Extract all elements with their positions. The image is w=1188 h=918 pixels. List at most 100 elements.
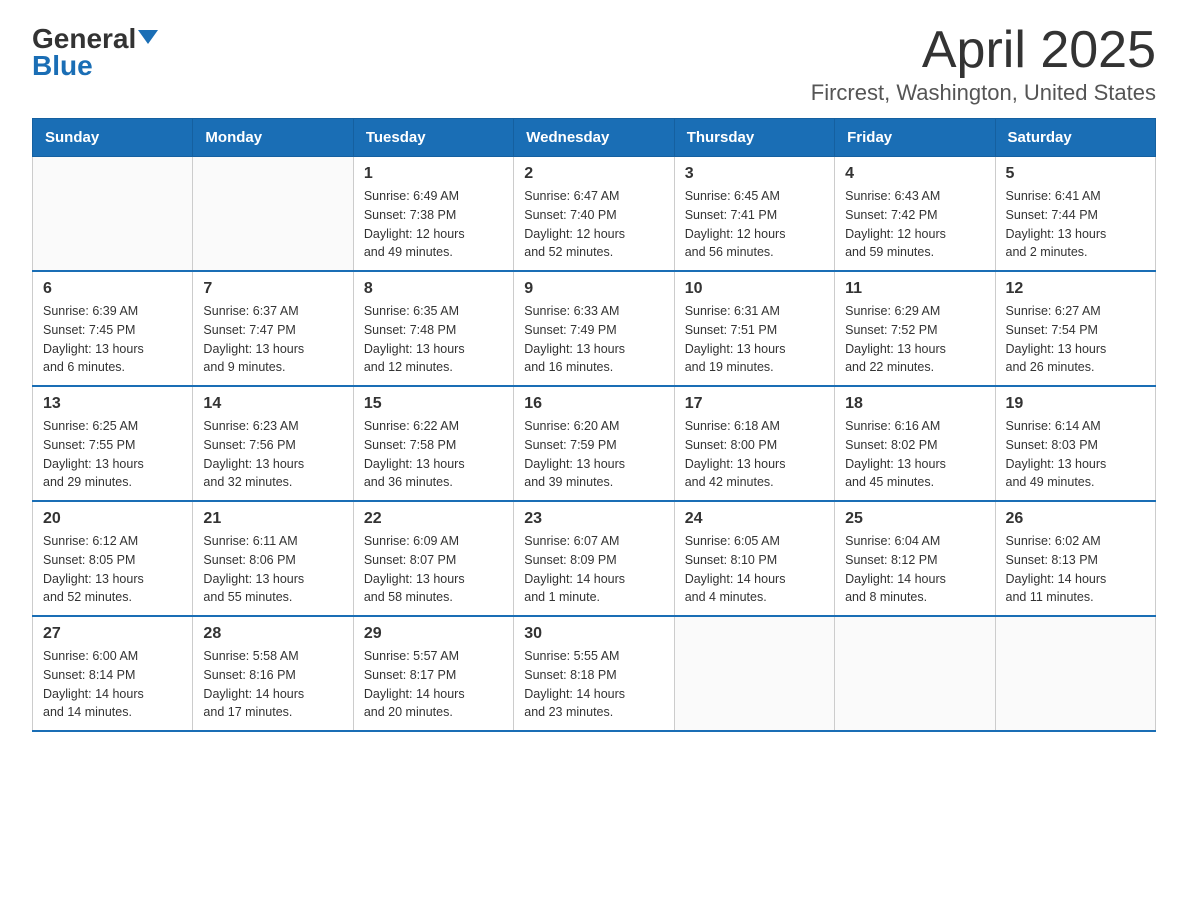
day-number: 10 [685,280,824,298]
calendar-cell: 19 Sunrise: 6:14 AMSunset: 8:03 PMDayligh… [995,386,1155,501]
calendar-cell: 11Sunrise: 6:29 AMSunset: 7:52 PMDayligh… [835,271,995,386]
day-info: Sunrise: 6:07 AMSunset: 8:09 PMDaylight:… [524,532,663,607]
day-number: 30 [524,625,663,643]
day-number: 14 [203,395,342,413]
day-info: Sunrise: 6:47 AMSunset: 7:40 PMDaylight:… [524,187,663,262]
calendar-cell: 16Sunrise: 6:20 AMSunset: 7:59 PMDayligh… [514,386,674,501]
calendar-body: 1 Sunrise: 6:49 AMSunset: 7:38 PMDaylight… [33,157,1156,732]
day-number: 12 [1006,280,1145,298]
day-info: Sunrise: 6:35 AMSunset: 7:48 PMDaylight:… [364,302,503,377]
calendar-table: SundayMondayTuesdayWednesdayThursdayFrid… [32,118,1156,732]
calendar-cell: 26Sunrise: 6:02 AMSunset: 8:13 PMDayligh… [995,501,1155,616]
calendar-cell: 29 Sunrise: 5:57 AMSunset: 8:17 PMDayligh… [353,616,513,731]
day-number: 26 [1006,510,1145,528]
week-row-2: 13Sunrise: 6:25 AMSunset: 7:55 PMDayligh… [33,386,1156,501]
day-info: Sunrise: 6:33 AMSunset: 7:49 PMDaylight:… [524,302,663,377]
title-block: April 2025 Fircrest, Washington, United … [811,24,1156,106]
calendar-cell [33,157,193,272]
day-info: Sunrise: 6:18 AMSunset: 8:00 PMDaylight:… [685,417,824,492]
day-number: 17 [685,395,824,413]
header: General Blue April 2025 Fircrest, Washin… [32,24,1156,106]
day-number: 9 [524,280,663,298]
calendar-cell [995,616,1155,731]
day-info: Sunrise: 6:27 AMSunset: 7:54 PMDaylight:… [1006,302,1145,377]
calendar-title: April 2025 [811,24,1156,76]
day-number: 8 [364,280,503,298]
calendar-cell: 21 Sunrise: 6:11 AMSunset: 8:06 PMDayligh… [193,501,353,616]
day-info: Sunrise: 6:00 AMSunset: 8:14 PMDaylight:… [43,647,182,722]
calendar-cell: 14 Sunrise: 6:23 AMSunset: 7:56 PMDayligh… [193,386,353,501]
day-info: Sunrise: 6:23 AMSunset: 7:56 PMDaylight:… [203,417,342,492]
header-day-thursday: Thursday [674,119,834,157]
logo-triangle-icon [138,30,158,44]
calendar-cell: 9 Sunrise: 6:33 AMSunset: 7:49 PMDaylight… [514,271,674,386]
day-info: Sunrise: 6:16 AMSunset: 8:02 PMDaylight:… [845,417,984,492]
day-info: Sunrise: 6:05 AMSunset: 8:10 PMDaylight:… [685,532,824,607]
calendar-cell: 30 Sunrise: 5:55 AMSunset: 8:18 PMDayligh… [514,616,674,731]
day-number: 16 [524,395,663,413]
day-number: 19 [1006,395,1145,413]
day-number: 29 [364,625,503,643]
calendar-cell: 12 Sunrise: 6:27 AMSunset: 7:54 PMDayligh… [995,271,1155,386]
calendar-cell: 24 Sunrise: 6:05 AMSunset: 8:10 PMDayligh… [674,501,834,616]
calendar-cell [674,616,834,731]
day-info: Sunrise: 5:55 AMSunset: 8:18 PMDaylight:… [524,647,663,722]
calendar-cell: 18Sunrise: 6:16 AMSunset: 8:02 PMDayligh… [835,386,995,501]
day-info: Sunrise: 6:04 AMSunset: 8:12 PMDaylight:… [845,532,984,607]
day-number: 7 [203,280,342,298]
day-number: 11 [845,280,984,298]
day-number: 20 [43,510,182,528]
day-number: 28 [203,625,342,643]
day-number: 2 [524,165,663,183]
logo-bottom: Blue [32,51,93,82]
day-number: 5 [1006,165,1145,183]
day-number: 21 [203,510,342,528]
day-info: Sunrise: 5:58 AMSunset: 8:16 PMDaylight:… [203,647,342,722]
calendar-cell: 13Sunrise: 6:25 AMSunset: 7:55 PMDayligh… [33,386,193,501]
day-number: 1 [364,165,503,183]
calendar-cell: 15Sunrise: 6:22 AMSunset: 7:58 PMDayligh… [353,386,513,501]
day-info: Sunrise: 6:39 AMSunset: 7:45 PMDaylight:… [43,302,182,377]
day-number: 24 [685,510,824,528]
calendar-cell: 27Sunrise: 6:00 AMSunset: 8:14 PMDayligh… [33,616,193,731]
calendar-cell [835,616,995,731]
week-row-4: 27Sunrise: 6:00 AMSunset: 8:14 PMDayligh… [33,616,1156,731]
day-info: Sunrise: 6:11 AMSunset: 8:06 PMDaylight:… [203,532,342,607]
week-row-3: 20 Sunrise: 6:12 AMSunset: 8:05 PMDayligh… [33,501,1156,616]
day-number: 4 [845,165,984,183]
day-number: 3 [685,165,824,183]
calendar-cell: 20 Sunrise: 6:12 AMSunset: 8:05 PMDayligh… [33,501,193,616]
calendar-cell: 17 Sunrise: 6:18 AMSunset: 8:00 PMDayligh… [674,386,834,501]
week-row-1: 6Sunrise: 6:39 AMSunset: 7:45 PMDaylight… [33,271,1156,386]
calendar-cell: 2 Sunrise: 6:47 AMSunset: 7:40 PMDaylight… [514,157,674,272]
day-info: Sunrise: 6:12 AMSunset: 8:05 PMDaylight:… [43,532,182,607]
calendar-cell [193,157,353,272]
header-day-wednesday: Wednesday [514,119,674,157]
day-info: Sunrise: 5:57 AMSunset: 8:17 PMDaylight:… [364,647,503,722]
day-info: Sunrise: 6:14 AMSunset: 8:03 PMDaylight:… [1006,417,1145,492]
day-info: Sunrise: 6:45 AMSunset: 7:41 PMDaylight:… [685,187,824,262]
logo: General Blue [32,24,158,82]
calendar-cell: 7Sunrise: 6:37 AMSunset: 7:47 PMDaylight… [193,271,353,386]
calendar-cell: 6Sunrise: 6:39 AMSunset: 7:45 PMDaylight… [33,271,193,386]
calendar-cell: 10 Sunrise: 6:31 AMSunset: 7:51 PMDayligh… [674,271,834,386]
day-number: 22 [364,510,503,528]
day-info: Sunrise: 6:43 AMSunset: 7:42 PMDaylight:… [845,187,984,262]
header-day-monday: Monday [193,119,353,157]
calendar-cell: 3 Sunrise: 6:45 AMSunset: 7:41 PMDaylight… [674,157,834,272]
calendar-cell: 4 Sunrise: 6:43 AMSunset: 7:42 PMDaylight… [835,157,995,272]
header-day-friday: Friday [835,119,995,157]
header-day-tuesday: Tuesday [353,119,513,157]
day-number: 15 [364,395,503,413]
day-number: 23 [524,510,663,528]
calendar-cell: 8 Sunrise: 6:35 AMSunset: 7:48 PMDaylight… [353,271,513,386]
calendar-cell: 28 Sunrise: 5:58 AMSunset: 8:16 PMDayligh… [193,616,353,731]
header-row: SundayMondayTuesdayWednesdayThursdayFrid… [33,119,1156,157]
day-info: Sunrise: 6:49 AMSunset: 7:38 PMDaylight:… [364,187,503,262]
day-info: Sunrise: 6:41 AMSunset: 7:44 PMDaylight:… [1006,187,1145,262]
calendar-cell: 23 Sunrise: 6:07 AMSunset: 8:09 PMDayligh… [514,501,674,616]
day-info: Sunrise: 6:31 AMSunset: 7:51 PMDaylight:… [685,302,824,377]
calendar-header: SundayMondayTuesdayWednesdayThursdayFrid… [33,119,1156,157]
header-day-saturday: Saturday [995,119,1155,157]
calendar-cell: 25Sunrise: 6:04 AMSunset: 8:12 PMDayligh… [835,501,995,616]
